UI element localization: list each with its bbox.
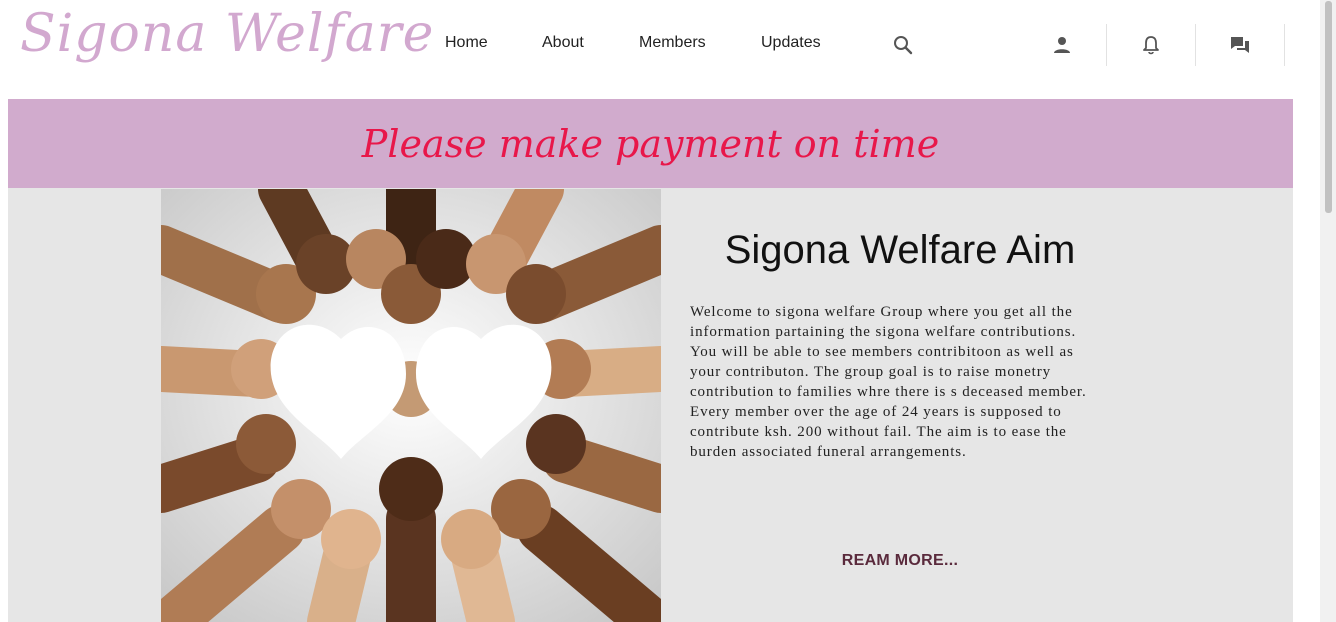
chat-icon[interactable] <box>1229 34 1251 56</box>
read-more-link[interactable]: REAM MORE... <box>690 552 1110 570</box>
hands-heart-image <box>161 189 661 622</box>
page-scrollbar[interactable] <box>1320 0 1336 622</box>
nav-home[interactable]: Home <box>445 34 488 52</box>
site-header: Sigona Welfare Home About Members Update… <box>0 0 1320 92</box>
bell-icon[interactable] <box>1140 34 1162 56</box>
banner-text: Please make payment on time <box>361 121 940 166</box>
nav-members[interactable]: Members <box>639 34 706 52</box>
person-icon[interactable] <box>1051 34 1073 56</box>
nav-updates[interactable]: Updates <box>761 34 821 52</box>
aim-description: Welcome to sigona welfare Group where yo… <box>690 304 1087 460</box>
site-logo[interactable]: Sigona Welfare <box>20 4 434 64</box>
scrollbar-thumb[interactable] <box>1325 1 1332 213</box>
nav-about[interactable]: About <box>542 34 584 52</box>
header-divider <box>1106 24 1107 66</box>
aim-section: Sigona Welfare Aim Welcome to sigona wel… <box>8 188 1293 622</box>
payment-banner: Please make payment on time <box>8 99 1293 188</box>
header-divider <box>1195 24 1196 66</box>
aim-title: Sigona Welfare Aim <box>724 228 1076 272</box>
search-icon[interactable] <box>892 34 914 56</box>
header-divider <box>1284 24 1285 66</box>
